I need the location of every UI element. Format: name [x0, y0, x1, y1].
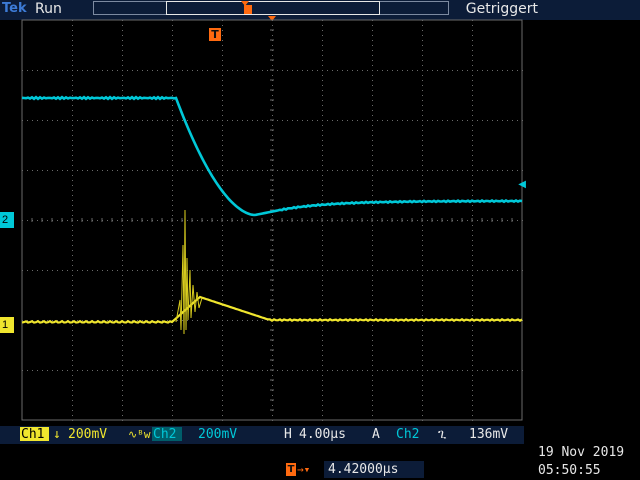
- falling-edge-icon: ጊ: [438, 427, 447, 442]
- datetime: 19 Nov 2019 05:50:55: [538, 444, 638, 480]
- trigger-level[interactable]: 136mV: [469, 427, 508, 442]
- ch2-waveform: [21, 95, 523, 217]
- ch1-label: Ch1: [21, 427, 45, 442]
- trigger-level-icon[interactable]: ◀: [518, 179, 526, 190]
- waveform-display: [21, 19, 523, 421]
- ch2-scale: 200mV: [198, 427, 238, 442]
- trigger-label: A: [372, 427, 380, 442]
- graticule: [21, 19, 523, 421]
- ch1-scale: 200mV: [68, 427, 108, 442]
- date: 19 Nov 2019: [538, 445, 625, 460]
- ch2-label: Ch2: [153, 427, 177, 442]
- trigger-position-t-icon: T: [286, 463, 296, 476]
- timebase-value[interactable]: 4.00µs: [299, 427, 346, 442]
- arrow-down-icon: ↓: [53, 427, 61, 442]
- timebase-label: H: [284, 427, 292, 442]
- ch1-ground-marker[interactable]: 1: [0, 317, 14, 333]
- bw-limit-icon: ∿ᴮw: [128, 428, 151, 441]
- ch2-ground-marker[interactable]: 2: [0, 212, 14, 228]
- trigger-source[interactable]: Ch2: [396, 427, 419, 442]
- time: 05:50:55: [538, 463, 601, 478]
- trigger-position-value: 4.42000µs: [328, 462, 399, 477]
- arrow-right-icon: →▾: [297, 463, 311, 476]
